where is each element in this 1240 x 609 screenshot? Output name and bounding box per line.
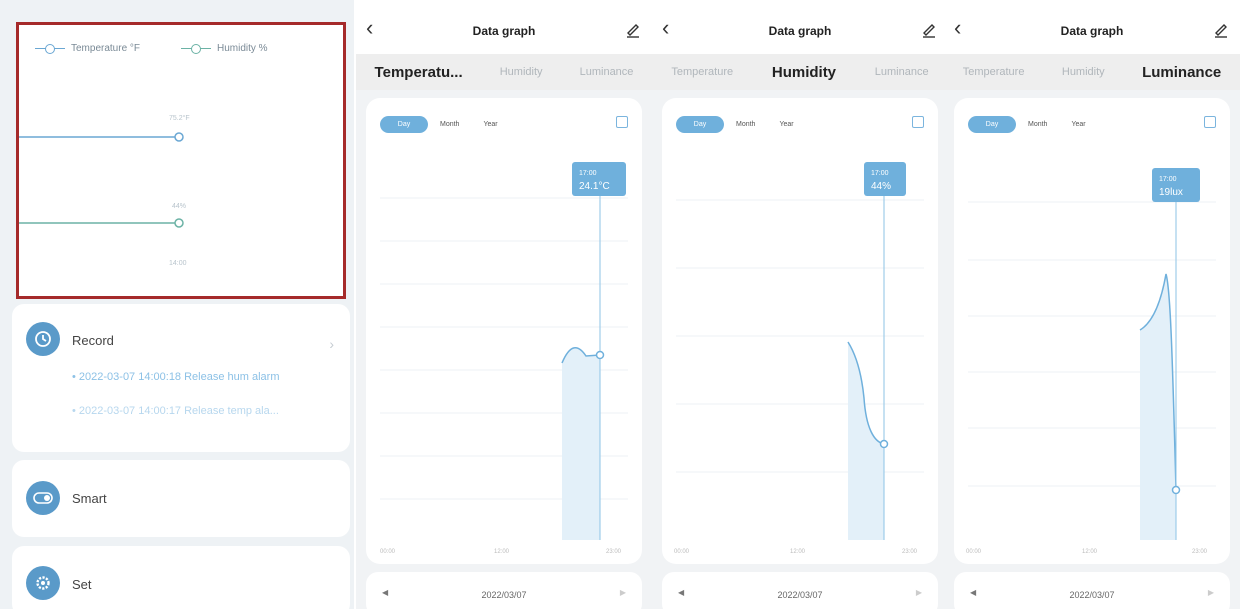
- phone-title: Data graph: [472, 24, 536, 38]
- tab-temperature[interactable]: Temperature: [671, 66, 733, 78]
- gear-icon: [26, 566, 60, 600]
- phone-header: ‹ Data graph: [356, 0, 652, 54]
- time-label: 14:00: [169, 260, 187, 267]
- phone-title: Data graph: [768, 24, 832, 38]
- date-navigator: ◀ 2022/03/07 ▶: [366, 572, 642, 609]
- toggle-icon: [26, 481, 60, 515]
- x-tick: 12:00: [790, 549, 806, 555]
- x-tick: 00:00: [674, 549, 690, 555]
- tab-humidity[interactable]: Humidity: [500, 66, 543, 78]
- chart-card: Day Month Year 17:00 19lux 00:00 12:00 2…: [954, 98, 1230, 564]
- set-card[interactable]: Set: [12, 546, 350, 609]
- x-tick: 00:00: [966, 549, 982, 555]
- edit-icon[interactable]: [922, 22, 936, 38]
- hum-value-label: 44%: [172, 203, 187, 210]
- chart-card: Day Month Year 17:00 44% 00:00 12:00 23:…: [662, 98, 938, 564]
- temperature-point: [174, 132, 184, 142]
- date-navigator: ◀ 2022/03/07 ▶: [954, 572, 1230, 609]
- tooltip-value: 19lux: [1159, 187, 1183, 198]
- current-date: 2022/03/07: [1069, 590, 1115, 600]
- phone-humidity: ‹ Data graph Temperature Humidity Lumina…: [652, 0, 948, 609]
- x-tick: 00:00: [380, 549, 396, 555]
- device-panel: Temperature °F Humidity % 75.2°F 44% 14:…: [0, 0, 354, 609]
- phone-luminance: ‹ Data graph Temperature Humidity Lumina…: [944, 0, 1240, 609]
- x-tick: 23:00: [902, 549, 918, 555]
- tab-humidity[interactable]: Humidity: [1062, 66, 1105, 78]
- record-title: Record: [72, 333, 114, 348]
- humidity-point: [174, 218, 184, 228]
- phone-temperature: ‹ Data graph Temperatu... Humidity Lumin…: [356, 0, 652, 609]
- tab-luminance[interactable]: Luminance: [580, 66, 634, 78]
- metric-tabs: Temperatu... Humidity Luminance: [356, 54, 652, 90]
- chart-card: Day Month Year 17:00 24.1°C 00:00 12:00 …: [366, 98, 642, 564]
- overview-chart: Temperature °F Humidity % 75.2°F 44% 14:…: [16, 22, 346, 299]
- current-date: 2022/03/07: [777, 590, 823, 600]
- x-tick: 23:00: [1192, 549, 1208, 555]
- clock-icon: [26, 322, 60, 356]
- tooltip-value: 24.1°C: [579, 181, 610, 192]
- next-date-icon[interactable]: ▶: [916, 588, 922, 597]
- x-tick: 12:00: [494, 549, 510, 555]
- x-tick: 12:00: [1082, 549, 1098, 555]
- smart-title: Smart: [72, 491, 107, 506]
- metric-tabs: Temperature Humidity Luminance: [944, 54, 1240, 90]
- record-item[interactable]: • 2022-03-07 14:00:17 Release temp ala..…: [72, 405, 279, 417]
- edit-icon[interactable]: [626, 22, 640, 38]
- record-item[interactable]: • 2022-03-07 14:00:18 Release hum alarm: [72, 371, 279, 383]
- temperature-graph: 17:00 24.1°C 00:00 12:00 23:00: [380, 162, 628, 555]
- tooltip-time: 17:00: [579, 170, 597, 177]
- overview-lines: [19, 132, 184, 228]
- tooltip-value: 44%: [871, 181, 891, 192]
- chevron-right-icon[interactable]: ›: [329, 336, 334, 352]
- date-navigator: ◀ 2022/03/07 ▶: [662, 572, 938, 609]
- edit-icon[interactable]: [1214, 22, 1228, 38]
- metric-tabs: Temperature Humidity Luminance: [652, 54, 948, 90]
- smart-card[interactable]: Smart: [12, 460, 350, 537]
- tab-luminance[interactable]: Luminance: [875, 66, 929, 78]
- set-title: Set: [72, 577, 92, 592]
- tab-humidity[interactable]: Humidity: [772, 64, 836, 81]
- humidity-graph: 17:00 44% 00:00 12:00 23:00: [674, 162, 924, 555]
- x-tick: 23:00: [606, 549, 622, 555]
- phone-header: ‹ Data graph: [944, 0, 1240, 54]
- luminance-graph: 17:00 19lux 00:00 12:00 23:00: [966, 168, 1216, 555]
- temp-value-label: 75.2°F: [169, 115, 190, 122]
- next-date-icon[interactable]: ▶: [1208, 588, 1214, 597]
- tooltip-time: 17:00: [1159, 176, 1177, 183]
- phone-header: ‹ Data graph: [652, 0, 948, 54]
- phone-title: Data graph: [1060, 24, 1124, 38]
- next-date-icon[interactable]: ▶: [620, 588, 626, 597]
- tab-temperature[interactable]: Temperatu...: [375, 64, 463, 81]
- tab-luminance[interactable]: Luminance: [1142, 64, 1221, 81]
- tooltip-time: 17:00: [871, 170, 889, 177]
- record-card[interactable]: Record › • 2022-03-07 14:00:18 Release h…: [12, 304, 350, 452]
- current-date: 2022/03/07: [481, 590, 527, 600]
- tab-temperature[interactable]: Temperature: [963, 66, 1025, 78]
